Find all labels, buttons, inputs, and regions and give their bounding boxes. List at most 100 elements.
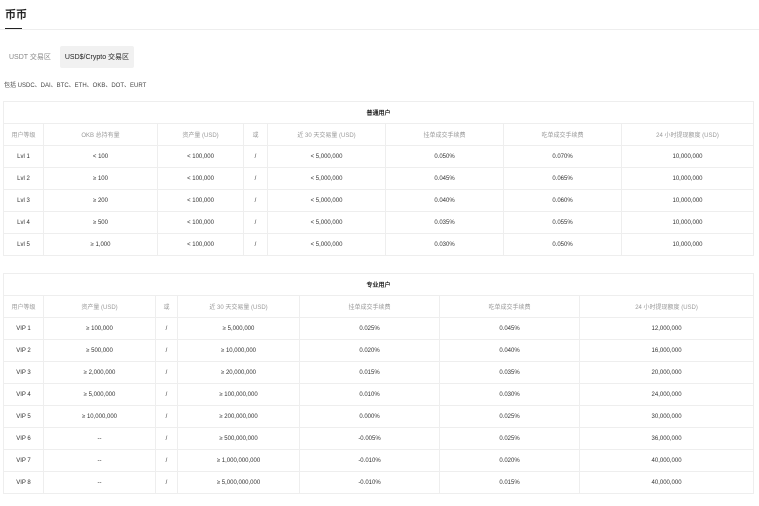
pro-table-body: VIP 1 ≥ 100,000/≥ 5,000,000 0.025% 0.045% 12… [3, 317, 755, 494]
table-cell: 0.060% [503, 189, 622, 212]
regular-table-col-header: 近 30 天交易量 (USD) [267, 123, 386, 146]
trading-zone-tabs: USDT 交易区 USD$/Crypto 交易区 [4, 46, 135, 68]
pro-table-col-header: 用户等级 [3, 295, 44, 318]
pro-table-col-header: 近 30 天交易量 (USD) [177, 295, 300, 318]
table-cell: 0.065% [503, 167, 622, 190]
table-cell: 10,000,000 [620, 233, 755, 256]
pro-table-col-header: 挂单成交手续费 [299, 295, 440, 318]
regular-user-fee-table: 普通用户 用户等级 OKB 总持有量 资产量 (USD) 或近 30 天交易量 (US… [2, 101, 755, 256]
table-cell: < 5,000,000 [267, 233, 386, 256]
table-cell: ≥ 5,000,000 [177, 317, 300, 340]
table-row: Lvl 3 ≥ 200 < 100,000/< 5,000,000 0.040% 0.0… [3, 189, 755, 212]
table-cell: 12,000,000 [578, 317, 755, 340]
page-title: 币币 [5, 9, 27, 21]
table-cell: 30,000,000 [578, 405, 755, 428]
table-cell: ≥ 200 [43, 189, 158, 212]
table-cell: / [155, 339, 178, 362]
table-cell: -0.005% [299, 427, 440, 450]
regular-table-body: Lvl 1 < 100 < 100,000/< 5,000,000 0.050% 0.0… [3, 145, 755, 256]
table-cell: 10,000,000 [620, 189, 755, 212]
table-cell: ≥ 100 [43, 167, 158, 190]
table-row: VIP 8 -- / ≥ 5,000,000,000 -0.010% 0.015% 40,0… [3, 471, 755, 494]
table-cell: ≥ 1,000 [43, 233, 158, 256]
table-row: Lvl 4 ≥ 500 < 100,000/< 5,000,000 0.035% 0.0… [3, 211, 755, 234]
table-cell: 0.035% [385, 211, 504, 234]
table-cell: 0.015% [439, 471, 580, 494]
table-cell: -0.010% [299, 449, 440, 472]
pro-user-fee-table: 专业用户 用户等级 资产量 (USD) 或近 30 天交易量 (USD) 挂单成交手续… [2, 273, 755, 494]
tab-usd-crypto-zone[interactable]: USD$/Crypto 交易区 [59, 46, 135, 68]
table-cell: / [155, 471, 178, 494]
table-row: VIP 3 ≥ 2,000,000/≥ 20,000,000 0.015% 0.035… [3, 361, 755, 384]
table-cell: -- [43, 471, 156, 494]
table-cell: / [155, 361, 178, 384]
table-cell: / [155, 405, 178, 428]
table-cell: < 100,000 [157, 211, 244, 234]
pro-table-col-header: 或 [155, 295, 178, 318]
regular-table-col-header: 吃单成交手续费 [503, 123, 622, 146]
table-cell: < 100,000 [157, 145, 244, 168]
table-cell: ≥ 100,000,000 [177, 383, 300, 406]
table-cell: 0.050% [385, 145, 504, 168]
table-cell: ≥ 500,000,000 [177, 427, 300, 450]
table-cell: < 100,000 [157, 167, 244, 190]
table-cell: 0.040% [439, 339, 580, 362]
table-cell: 0.010% [299, 383, 440, 406]
table-cell: 0.070% [503, 145, 622, 168]
table-cell: 10,000,000 [620, 211, 755, 234]
table-cell: VIP 1 [3, 317, 44, 340]
table-cell: 10,000,000 [620, 145, 755, 168]
table-cell: 0.045% [439, 317, 580, 340]
table-row: Lvl 5 ≥ 1,000 < 100,000/< 5,000,000 0.030% 0… [3, 233, 755, 256]
table-cell: ≥ 20,000,000 [177, 361, 300, 384]
table-cell: < 100,000 [157, 189, 244, 212]
table-row: Lvl 2 ≥ 100 < 100,000/< 5,000,000 0.045% 0.0… [3, 167, 755, 190]
table-cell: 40,000,000 [578, 471, 755, 494]
table-cell: ≥ 1,000,000,000 [177, 449, 300, 472]
table-cell: ≥ 5,000,000 [43, 383, 156, 406]
regular-table-header-row: 用户等级 OKB 总持有量 资产量 (USD) 或近 30 天交易量 (USD) 挂单成… [3, 123, 755, 146]
table-cell: < 5,000,000 [267, 145, 386, 168]
table-cell: < 100,000 [157, 233, 244, 256]
page-title-wrap: 币币 [5, 6, 27, 30]
table-cell: < 100 [43, 145, 158, 168]
table-cell: 0.015% [299, 361, 440, 384]
regular-table-col-header: 或 [243, 123, 268, 146]
table-cell: 0.040% [385, 189, 504, 212]
table-cell: / [155, 383, 178, 406]
table-cell: ≥ 5,000,000,000 [177, 471, 300, 494]
pro-table-col-header: 吃单成交手续费 [439, 295, 580, 318]
table-row: VIP 6 -- / ≥ 500,000,000 -0.005% 0.025% 36,000… [3, 427, 755, 450]
includes-note: 包括 USDC、DAI、BTC、ETH、OKB、DOT、EURT [4, 83, 147, 89]
table-cell: -- [43, 427, 156, 450]
table-cell: ≥ 200,000,000 [177, 405, 300, 428]
tab-usdt-zone[interactable]: USDT 交易区 [4, 46, 56, 68]
table-cell: -- [43, 449, 156, 472]
table-cell: Lvl 5 [3, 233, 44, 256]
table-cell: 0.055% [503, 211, 622, 234]
table-cell: 24,000,000 [578, 383, 755, 406]
regular-table-title: 普通用户 [2, 101, 755, 124]
table-cell: / [243, 189, 268, 212]
table-cell: / [243, 233, 268, 256]
regular-table-col-header: 挂单成交手续费 [385, 123, 504, 146]
table-cell: 0.050% [503, 233, 622, 256]
pro-table-col-header: 资产量 (USD) [43, 295, 156, 318]
table-cell: 40,000,000 [578, 449, 755, 472]
table-cell: < 5,000,000 [267, 189, 386, 212]
pro-table-col-header: 24 小时提现额度 (USD) [578, 295, 755, 318]
table-cell: VIP 8 [3, 471, 44, 494]
table-cell: / [155, 427, 178, 450]
table-cell: VIP 3 [3, 361, 44, 384]
table-cell: 0.025% [439, 427, 580, 450]
table-cell: 0.025% [299, 317, 440, 340]
table-cell: < 5,000,000 [267, 167, 386, 190]
table-cell: VIP 7 [3, 449, 44, 472]
table-cell: 0.030% [385, 233, 504, 256]
table-cell: Lvl 4 [3, 211, 44, 234]
table-cell: ≥ 2,000,000 [43, 361, 156, 384]
table-cell: 0.030% [439, 383, 580, 406]
table-cell: VIP 6 [3, 427, 44, 450]
regular-table-col-header: 24 小时提现额度 (USD) [620, 123, 755, 146]
table-cell: 0.025% [439, 405, 580, 428]
